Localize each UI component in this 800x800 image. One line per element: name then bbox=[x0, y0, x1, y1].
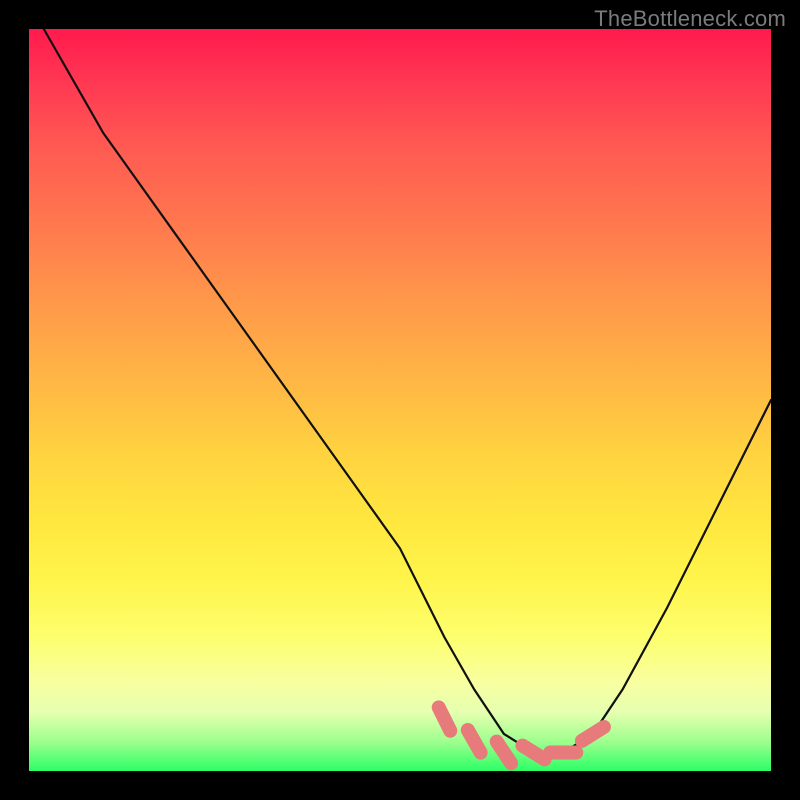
optimal-marker bbox=[523, 746, 545, 760]
optimal-marker bbox=[439, 707, 451, 730]
plot-area bbox=[29, 29, 771, 771]
bottleneck-curve-path bbox=[44, 29, 771, 753]
chart-frame: TheBottleneck.com bbox=[0, 0, 800, 800]
curve-svg bbox=[29, 29, 771, 771]
optimal-marker bbox=[582, 727, 604, 741]
optimal-marker bbox=[468, 730, 481, 753]
optimal-marker bbox=[497, 742, 511, 764]
optimal-range-markers bbox=[439, 707, 604, 763]
